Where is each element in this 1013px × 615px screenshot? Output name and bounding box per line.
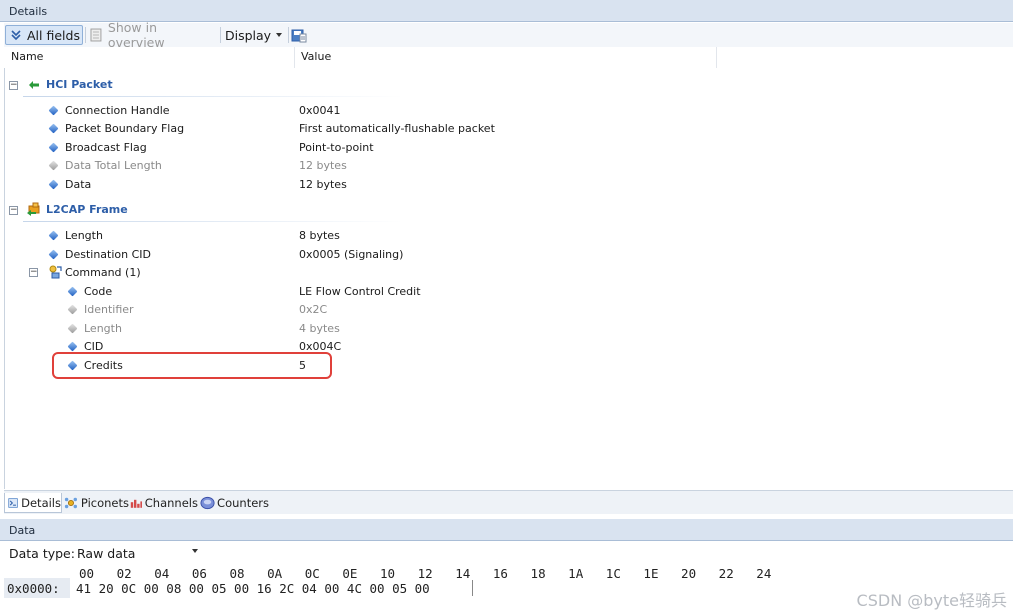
tree-row[interactable]: Identifier 0x2C (5, 301, 1013, 319)
field-name: Length (84, 322, 122, 335)
field-diamond-icon (48, 160, 59, 171)
subgroup-command[interactable]: − Command (1) (5, 264, 1013, 282)
text-caret (472, 580, 473, 596)
tab-label: Counters (217, 496, 269, 510)
field-name: Packet Boundary Flag (65, 122, 185, 135)
field-value: 0x2C (299, 303, 328, 316)
name-column-header[interactable]: Name (11, 50, 43, 63)
field-diamond-icon (48, 179, 59, 190)
field-diamond-icon (67, 323, 78, 334)
details-icon (8, 497, 18, 508)
field-diamond-icon (67, 341, 78, 352)
l2cap-frame-icon (27, 202, 40, 216)
field-value: 12 bytes (299, 159, 347, 172)
column-header: Name Value (4, 47, 1013, 69)
group-l2cap-frame[interactable]: − L2CAP Frame (5, 201, 1013, 219)
tree-row[interactable]: Code LE Flow Control Credit (5, 283, 1013, 301)
tab-label: Channels (144, 496, 198, 510)
tree-row[interactable]: Connection Handle 0x0041 (5, 102, 1013, 120)
tab-details[interactable]: Details (4, 493, 62, 513)
field-value: 8 bytes (299, 229, 340, 242)
collapse-icon[interactable]: − (29, 268, 38, 277)
display-label: Display (225, 27, 272, 43)
field-name: Data (65, 178, 92, 191)
save-button[interactable] (291, 25, 309, 45)
tree-row[interactable]: Broadcast Flag Point-to-point (5, 139, 1013, 157)
hex-column-header: 00 02 04 06 08 0A 0C 0E 10 12 14 16 18 1… (79, 566, 772, 581)
data-type-value: Raw data (77, 546, 136, 561)
value-column-header[interactable]: Value (301, 50, 331, 63)
field-diamond-icon (48, 230, 59, 241)
tree-row[interactable]: Data 12 bytes (5, 176, 1013, 194)
field-name: Broadcast Flag (65, 141, 147, 154)
overview-page-icon (90, 28, 102, 42)
all-fields-label: All fields (27, 27, 80, 43)
group-label: L2CAP Frame (46, 203, 128, 216)
bottom-tab-strip: Details Piconets Channels Counters (4, 490, 1013, 514)
tree-row[interactable]: Destination CID 0x0005 (Signaling) (5, 246, 1013, 264)
tab-label: Piconets (80, 496, 129, 510)
group-label: HCI Packet (46, 78, 113, 91)
details-toolbar: All fields Show in overview Display (4, 20, 1013, 50)
credits-highlight-box (52, 352, 332, 379)
watermark: CSDN @byte轻骑兵 (856, 591, 1007, 610)
dropdown-arrow-icon (192, 549, 198, 553)
tab-label: Details (21, 495, 61, 510)
tab-channels[interactable]: Channels (130, 493, 198, 513)
details-tree: − HCI Packet Connection Handle 0x0041 Pa… (4, 68, 1013, 489)
field-name: Code (84, 285, 113, 298)
field-name: Destination CID (65, 248, 152, 261)
field-value: 4 bytes (299, 322, 340, 335)
command-icon (49, 265, 62, 279)
field-diamond-icon (48, 249, 59, 260)
field-value: LE Flow Control Credit (299, 285, 421, 298)
tab-counters[interactable]: Counters (199, 493, 269, 513)
field-name: Connection Handle (65, 104, 170, 117)
field-name: Length (65, 229, 103, 242)
field-name: Data Total Length (65, 159, 162, 172)
tab-piconets[interactable]: Piconets (63, 493, 129, 513)
group-hci-packet[interactable]: − HCI Packet (5, 76, 1013, 94)
channels-icon (130, 499, 142, 508)
data-type-label: Data type: (9, 546, 75, 561)
details-panel-title: Details (0, 0, 1013, 22)
double-chevron-down-icon (11, 30, 21, 41)
field-value: First automatically-flushable packet (299, 122, 495, 135)
show-in-overview-button[interactable]: Show in overview (89, 20, 217, 50)
tree-row[interactable]: Data Total Length 12 bytes (5, 157, 1013, 175)
subgroup-label: Command (1) (65, 266, 141, 279)
field-name: Identifier (84, 303, 134, 316)
field-diamond-icon (48, 105, 59, 116)
data-type-select[interactable]: Raw data (73, 544, 201, 562)
tree-row[interactable]: Length 4 bytes (5, 320, 1013, 338)
field-value: Point-to-point (299, 141, 374, 154)
data-type-bar: Data type: Raw data (0, 542, 1013, 564)
field-diamond-icon (48, 123, 59, 134)
collapse-icon[interactable]: − (9, 206, 18, 215)
field-diamond-icon (67, 286, 78, 297)
dropdown-arrow-icon (276, 33, 283, 37)
tree-row[interactable]: Packet Boundary Flag First automatically… (5, 120, 1013, 138)
field-value: 0x0041 (299, 104, 341, 117)
field-value: 12 bytes (299, 178, 347, 191)
field-diamond-icon (48, 142, 59, 153)
show-in-overview-label: Show in overview (107, 20, 165, 50)
piconets-icon (64, 497, 78, 509)
data-panel-title: Data (0, 519, 1013, 541)
display-dropdown-button[interactable]: Display (225, 25, 287, 45)
save-export-icon (291, 29, 307, 43)
counters-icon (200, 496, 215, 510)
collapse-icon[interactable]: − (9, 81, 18, 90)
green-arrow-left-icon (29, 81, 39, 89)
all-fields-button[interactable]: All fields (5, 25, 83, 45)
field-value: 0x0005 (Signaling) (299, 248, 404, 261)
field-diamond-icon (67, 304, 78, 315)
tree-row[interactable]: Length 8 bytes (5, 227, 1013, 245)
